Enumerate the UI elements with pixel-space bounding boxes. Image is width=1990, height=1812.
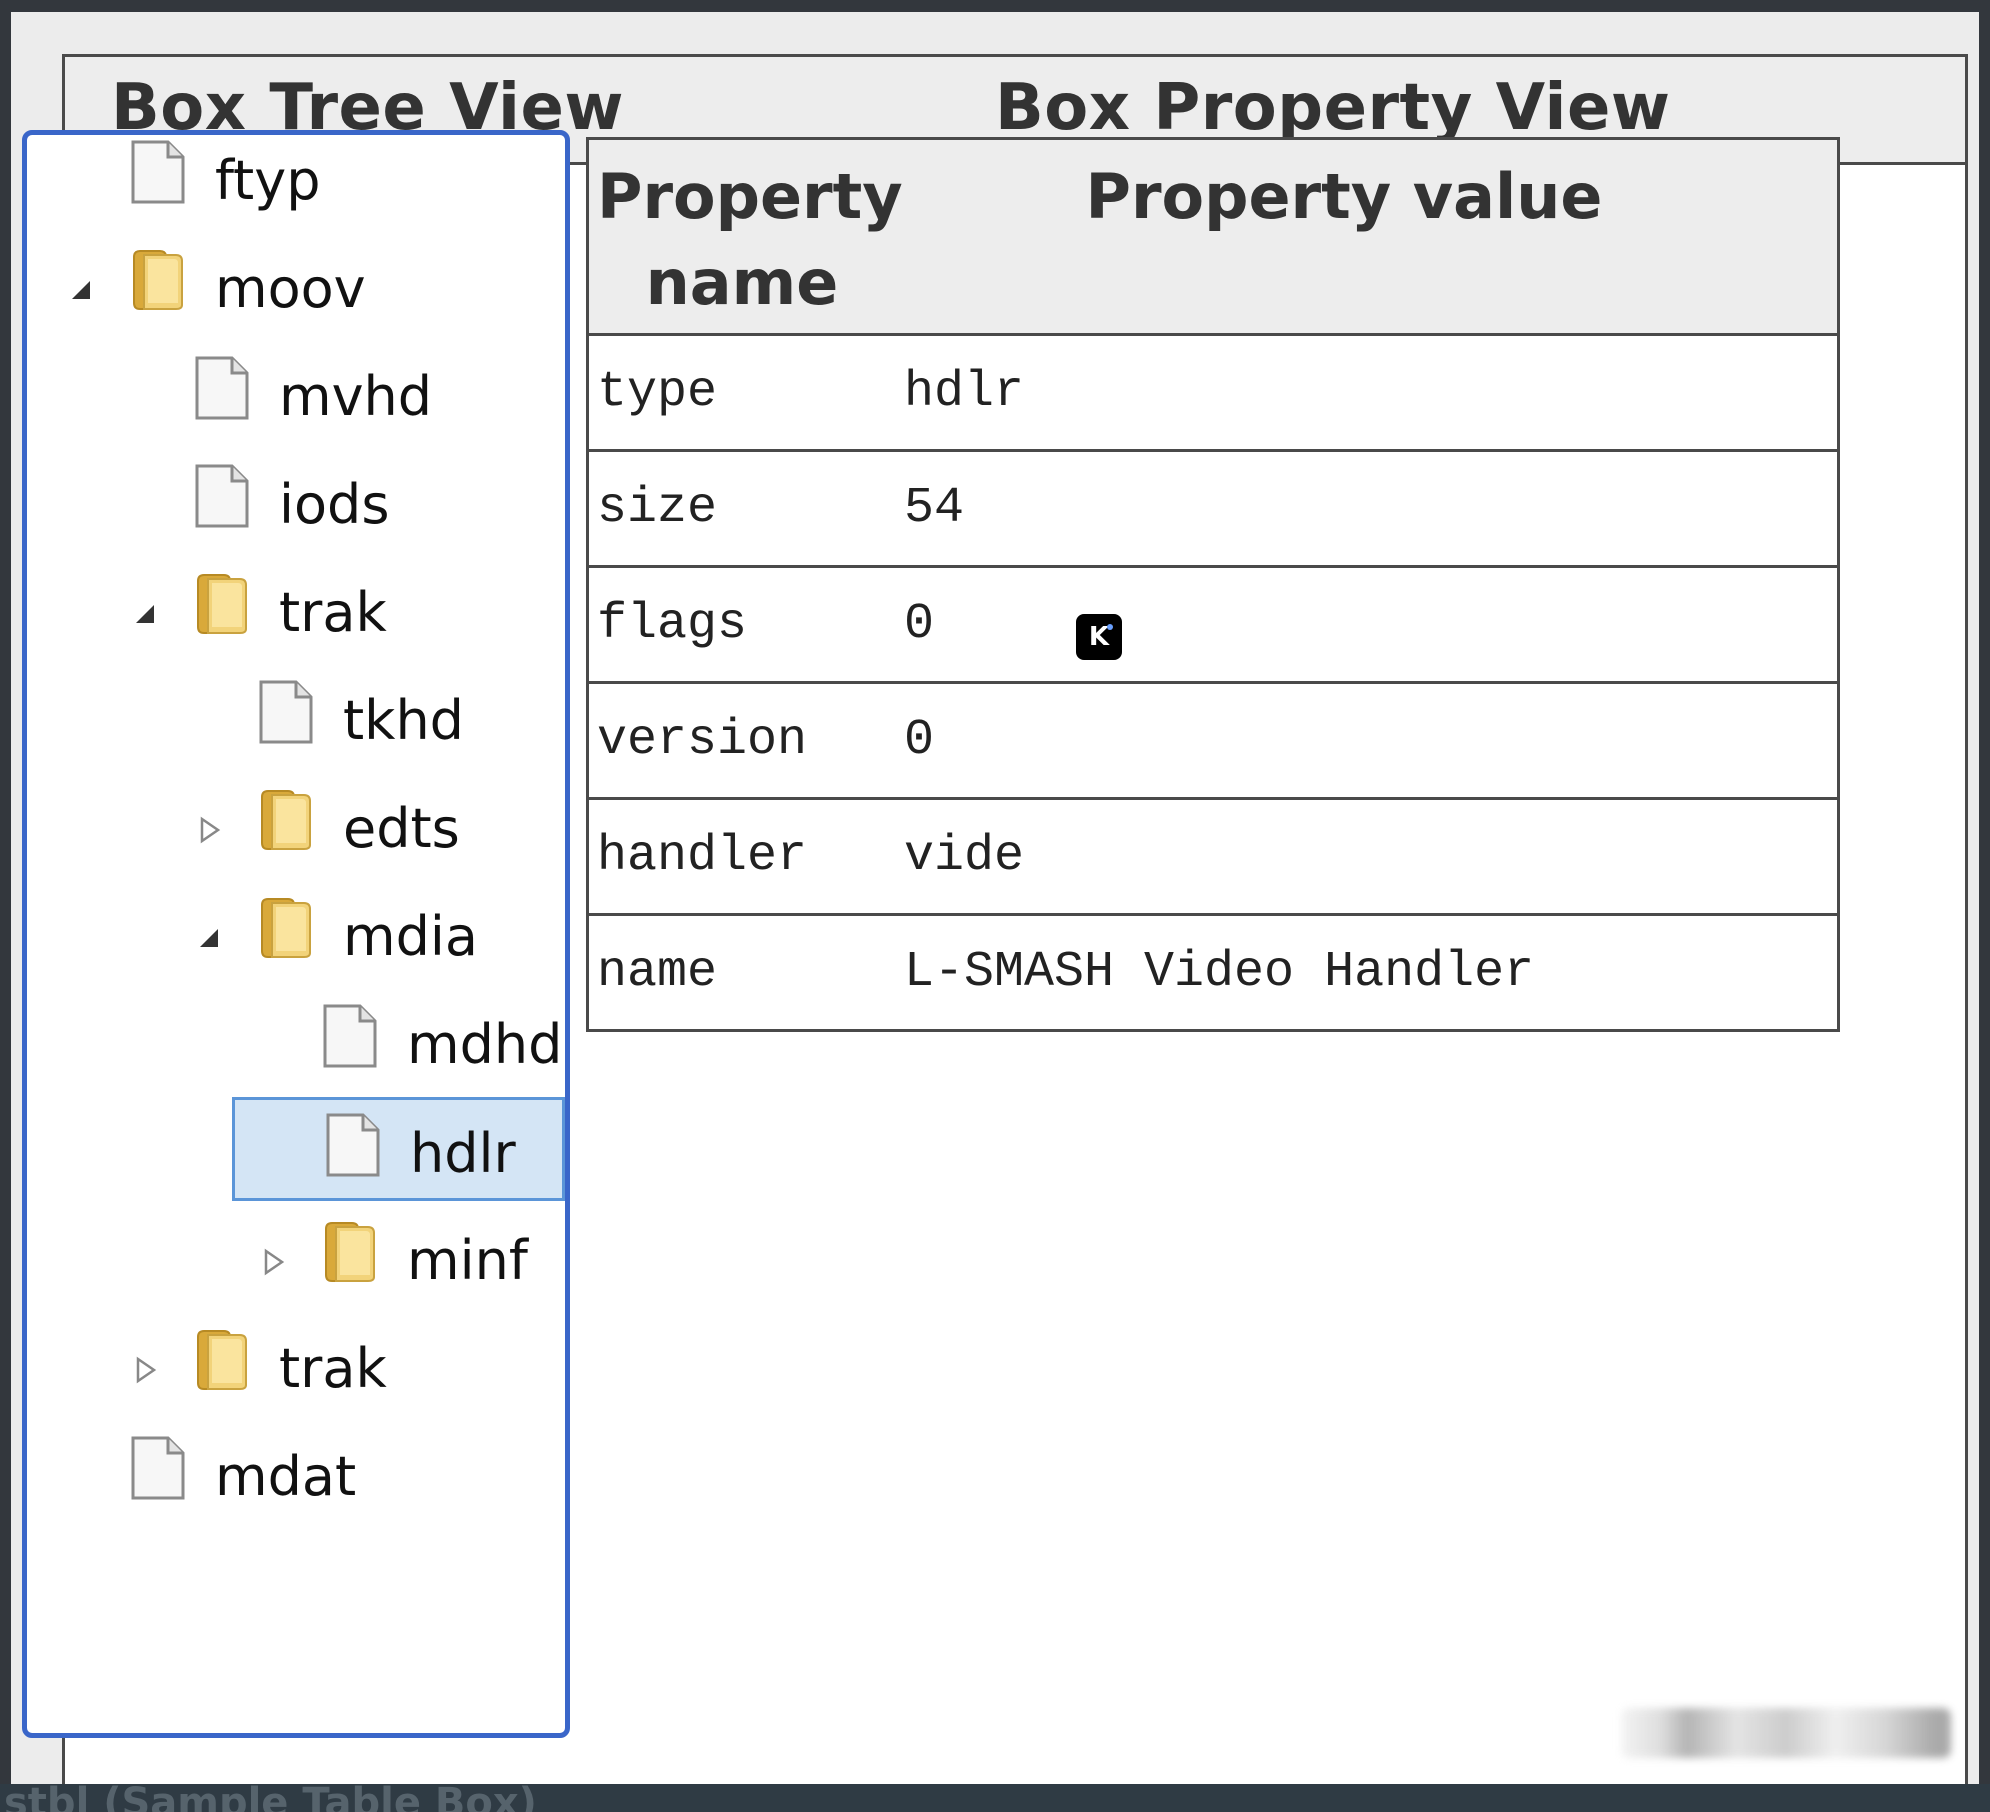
tree-item-trak[interactable]: trak bbox=[27, 1313, 565, 1421]
tree-item-edts[interactable]: edts bbox=[27, 773, 565, 881]
tree-item-iods[interactable]: iods bbox=[27, 449, 565, 557]
property-row-version[interactable]: version 0 bbox=[589, 684, 1837, 800]
tree-item-label: iods bbox=[279, 473, 390, 536]
property-value-cell: 54 bbox=[904, 480, 965, 537]
property-name-cell: type bbox=[597, 364, 718, 421]
triangle-collapsed-icon[interactable] bbox=[130, 1355, 160, 1385]
folder-icon bbox=[194, 1327, 250, 1393]
tree-item-label: edts bbox=[343, 797, 460, 860]
triangle-expanded-icon[interactable] bbox=[66, 275, 96, 305]
tree-item-label: mdhd bbox=[407, 1013, 563, 1076]
tree-item-trak[interactable]: trak bbox=[27, 557, 565, 665]
column-header-property-name[interactable]: Property name bbox=[597, 154, 903, 326]
tree-item-label: tkhd bbox=[343, 689, 464, 752]
file-icon bbox=[325, 1112, 381, 1178]
background-caption-text: stbl (Sample Table Box) bbox=[4, 1784, 537, 1812]
triangle-collapsed-icon[interactable] bbox=[258, 1247, 288, 1277]
tree-item-mdat[interactable]: mdat bbox=[27, 1421, 565, 1529]
tree-item-label: mvhd bbox=[279, 365, 433, 428]
tree-item-label: mdat bbox=[215, 1445, 357, 1508]
tree-item-mdia[interactable]: mdia bbox=[27, 881, 565, 989]
property-name-cell: version bbox=[597, 712, 808, 769]
tree-item-ftyp[interactable]: ftyp bbox=[27, 125, 565, 233]
property-row-handler[interactable]: handler vide bbox=[589, 800, 1837, 916]
app-window: Box Tree View Box Property View ftyp moov… bbox=[0, 0, 1990, 1812]
file-icon bbox=[322, 1003, 378, 1069]
property-value-cell: 0 bbox=[904, 712, 935, 769]
folder-icon bbox=[258, 895, 314, 961]
property-name-cell: size bbox=[597, 480, 718, 537]
property-value-cell: L-SMASH Video Handler bbox=[904, 944, 1535, 1001]
property-value-cell: vide bbox=[904, 828, 1025, 885]
tree-item-tkhd[interactable]: tkhd bbox=[27, 665, 565, 773]
tree-item-minf[interactable]: minf bbox=[27, 1205, 565, 1313]
k-badge-icon[interactable]: K bbox=[1076, 614, 1122, 660]
blurred-watermark bbox=[1621, 1708, 1951, 1758]
tree-item-label: ftyp bbox=[215, 149, 321, 212]
triangle-collapsed-icon[interactable] bbox=[194, 815, 224, 845]
tree-item-label: trak bbox=[279, 581, 387, 644]
tree-item-mdhd[interactable]: mdhd bbox=[27, 989, 565, 1097]
folder-icon bbox=[130, 247, 186, 313]
folder-icon bbox=[322, 1219, 378, 1285]
property-row-flags[interactable]: flags 0 bbox=[589, 568, 1837, 684]
tree-item-label: trak bbox=[279, 1337, 387, 1400]
folder-icon bbox=[258, 787, 314, 853]
property-name-cell: flags bbox=[597, 596, 748, 653]
property-name-cell: handler bbox=[597, 828, 808, 885]
tree-item-moov[interactable]: moov bbox=[27, 233, 565, 341]
box-tree-panel[interactable]: ftyp moov mvhd iods trak tkhd edts mdia mdhd hdlr… bbox=[22, 130, 570, 1738]
property-row-name[interactable]: name L-SMASH Video Handler bbox=[589, 916, 1837, 1029]
background-caption-strip: stbl (Sample Table Box) bbox=[0, 1784, 1990, 1812]
property-name-cell: name bbox=[597, 944, 718, 1001]
triangle-expanded-icon[interactable] bbox=[194, 923, 224, 953]
file-icon bbox=[258, 679, 314, 745]
property-row-type[interactable]: type hdlr bbox=[589, 336, 1837, 452]
property-value-cell: hdlr bbox=[904, 364, 1025, 421]
file-icon bbox=[130, 1435, 186, 1501]
tree-item-mvhd[interactable]: mvhd bbox=[27, 341, 565, 449]
tree-item-label: minf bbox=[407, 1229, 528, 1292]
file-icon bbox=[194, 355, 250, 421]
property-table-header: Property name Property value bbox=[589, 140, 1837, 336]
property-row-size[interactable]: size 54 bbox=[589, 452, 1837, 568]
property-table: Property name Property value type hdlr siz… bbox=[586, 137, 1840, 1032]
tree-item-hdlr[interactable]: hdlr bbox=[232, 1097, 565, 1201]
tree-item-label: hdlr bbox=[410, 1122, 516, 1185]
tree-item-label: moov bbox=[215, 257, 366, 320]
triangle-expanded-icon[interactable] bbox=[130, 599, 160, 629]
property-value-cell: 0 bbox=[904, 596, 935, 653]
tree-item-label: mdia bbox=[343, 905, 478, 968]
column-header-property-value[interactable]: Property value bbox=[889, 154, 1799, 240]
folder-icon bbox=[194, 571, 250, 637]
file-icon bbox=[130, 139, 186, 205]
file-icon bbox=[194, 463, 250, 529]
property-view-title: Box Property View bbox=[995, 71, 1671, 145]
property-rows: type hdlr size 54 flags 0 version 0 handler vide n… bbox=[589, 336, 1837, 1029]
